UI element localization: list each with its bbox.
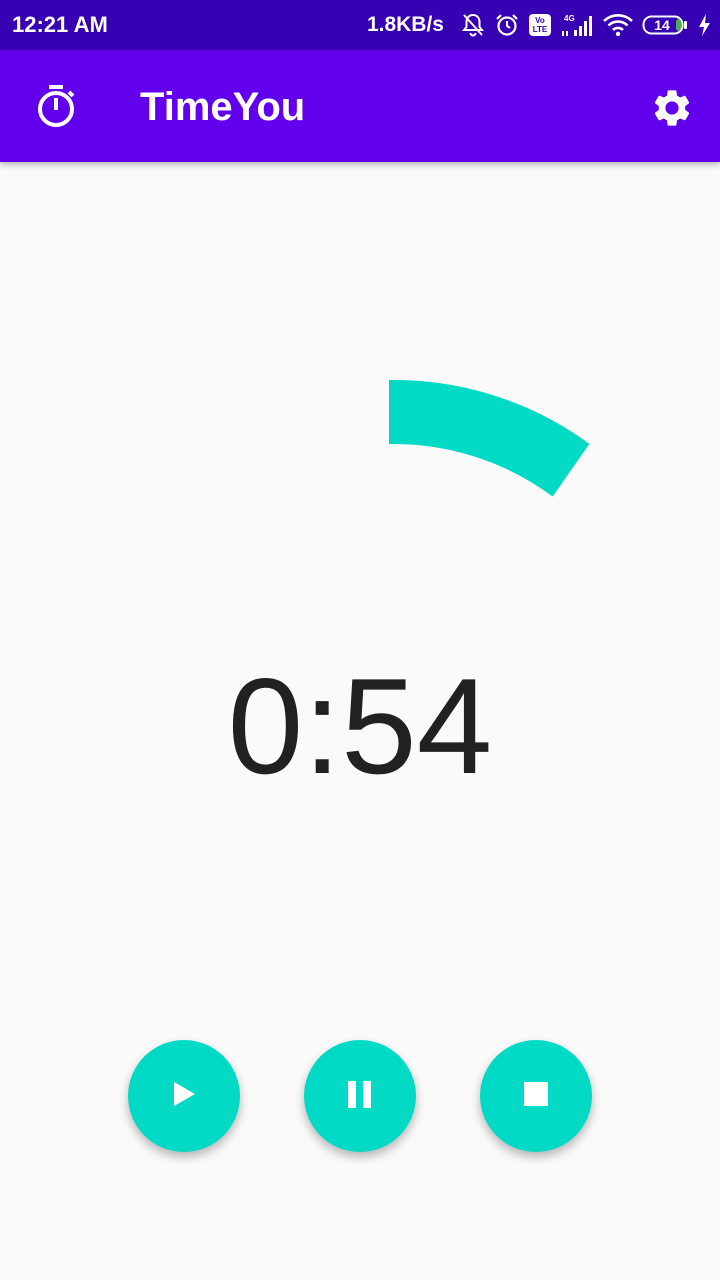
settings-gear-icon[interactable] (650, 86, 694, 130)
battery-icon: 14 (642, 12, 688, 38)
signal-icon: 4G (560, 12, 594, 38)
stopwatch-icon[interactable] (36, 84, 76, 128)
alarm-icon (494, 12, 520, 38)
pause-button[interactable] (304, 1040, 416, 1152)
svg-text:Vo: Vo (535, 16, 545, 25)
app-bar: TimeYou (0, 50, 720, 162)
progress-arc-segment (389, 379, 590, 497)
stop-button[interactable] (480, 1040, 592, 1152)
stop-icon (523, 1081, 549, 1112)
battery-level: 14 (654, 17, 670, 33)
bell-off-icon (460, 12, 486, 38)
svg-text:LTE: LTE (533, 25, 548, 34)
status-icons: 1.8KB/s Vo LTE 4G 14 (367, 10, 712, 40)
network-speed: 1.8KB/s (366, 13, 444, 36)
wifi-icon (602, 12, 634, 38)
svg-text:4G: 4G (564, 14, 575, 23)
status-bar: 12:21 AM 1.8KB/s Vo LTE 4G 14 (0, 0, 720, 50)
timer-display: 0:54 (227, 650, 493, 802)
charging-icon (696, 12, 712, 38)
play-button[interactable] (128, 1040, 240, 1152)
volte-icon: Vo LTE (528, 12, 552, 38)
pause-icon (346, 1079, 374, 1114)
play-icon (170, 1079, 198, 1114)
app-title: TimeYou (140, 85, 306, 129)
status-time: 12:21 AM (12, 12, 108, 37)
